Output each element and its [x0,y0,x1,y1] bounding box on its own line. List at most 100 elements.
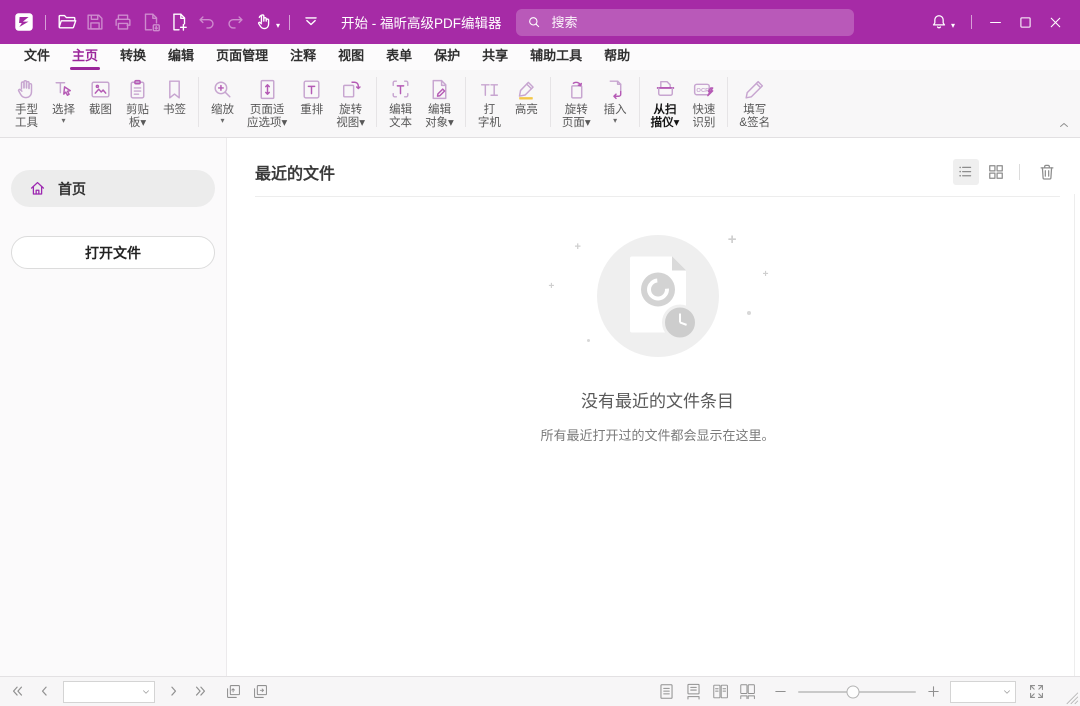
zoom-level-input[interactable] [951,686,1002,698]
minimize-button[interactable] [980,9,1010,35]
menu-tab-10[interactable]: 辅助工具 [519,45,593,70]
divider [550,77,551,127]
empty-state-subtitle: 所有最近打开过的文件都会显示在这里。 [540,425,774,444]
page-number-combobox[interactable] [63,681,155,703]
ribbon-item-label: 手型 [15,104,38,117]
rotate-view-button[interactable]: 旋转视图▾ [330,75,371,132]
undo-icon[interactable] [196,11,218,33]
next-page-button[interactable] [164,682,183,701]
menu-tab-11[interactable]: 帮助 [593,45,641,70]
last-page-button[interactable] [191,682,210,701]
page-number-input[interactable] [64,686,141,698]
ribbon-item-label: ▾ [61,117,65,125]
select-tool-icon [51,77,76,102]
snapshot-button[interactable]: 截图 [82,75,119,119]
redo-icon[interactable] [224,11,246,33]
facing-continuous-view-button[interactable] [738,682,757,701]
single-page-view-button[interactable] [657,682,676,701]
hand-tool-button[interactable]: 手型工具 [8,75,45,132]
fill-sign-button[interactable]: 填写&签名 [733,75,776,132]
menu-tab-7[interactable]: 表单 [375,45,423,70]
zoom-controls [653,681,1050,703]
zoom-out-button[interactable] [773,684,788,699]
status-bar [0,676,1080,706]
ribbon-toolbar: 手型工具选择▾截图剪贴板▾ 书签 缩放▾页面适应选项▾重排旋转视图▾ 编辑文本编辑对象… [0,70,1080,138]
print-icon[interactable] [112,11,134,33]
divider [727,77,728,127]
search-input[interactable] [550,14,844,31]
ribbon-item-label: 书签 [163,104,186,117]
previous-view-button[interactable] [224,682,243,701]
ribbon-item-label: 从扫 [654,104,677,117]
recent-files-panel: 最近的文件 + + + + [227,138,1080,676]
menu-tab-8[interactable]: 保护 [423,45,471,70]
ribbon-item-label: 页面适 [250,104,285,117]
customize-toolbar-icon[interactable] [300,11,322,33]
edit-text-button[interactable]: 编辑文本 [382,75,419,132]
global-search-box[interactable] [516,9,854,36]
menu-tab-3[interactable]: 编辑 [157,45,205,70]
menu-tab-2[interactable]: 转换 [109,45,157,70]
continuous-view-button[interactable] [684,682,703,701]
menu-tab-5[interactable]: 注释 [279,45,327,70]
scanner-button[interactable]: 从扫描仪▾ [645,75,686,132]
zoom-slider[interactable] [798,691,916,693]
edit-object-button[interactable]: 编辑对象▾ [419,75,460,132]
save-icon[interactable] [84,11,106,33]
chevron-down-icon: ▾ [951,21,955,30]
hand-tool-icon [14,77,39,102]
insert-pages-button[interactable]: 插入▾ [597,75,634,127]
clipboard-button[interactable]: 剪贴板▾ [119,75,156,132]
fit-page-button[interactable]: 页面适应选项▾ [241,75,293,132]
fullscreen-button[interactable] [1027,682,1046,701]
clipboard-icon [125,77,150,102]
sparkle-dot [747,311,751,315]
open-file-button[interactable]: 打开文件 [11,236,215,269]
ribbon-item-label: 识别 [692,117,715,130]
notifications-button[interactable]: ▾ [926,12,957,32]
zoom-button[interactable]: 缩放▾ [204,75,241,127]
menu-tab-1[interactable]: 主页 [61,45,109,70]
ribbon-item-label: 工具 [15,117,38,130]
close-button[interactable] [1040,9,1070,35]
zoom-level-combobox[interactable] [950,681,1016,703]
chevron-down-icon[interactable] [141,687,151,697]
highlight-button[interactable]: 高亮 [508,75,545,119]
foxit-pdf-editor-window: ▾ 开始 - 福昕高级PDF编辑器 ▾ 文件主页转换编辑页面管理注释视图表单保护… [0,0,1080,706]
typewriter-button[interactable]: 打字机 [471,75,508,132]
save-as-icon[interactable] [140,11,162,33]
first-page-button[interactable] [8,682,27,701]
resize-grip[interactable] [1063,689,1079,705]
grid-view-button[interactable] [983,159,1009,185]
ribbon-collapse-button[interactable] [1057,118,1071,132]
zoom-in-button[interactable] [926,684,941,699]
reflow-button[interactable]: 重排 [293,75,330,119]
previous-page-button[interactable] [35,682,54,701]
bookmark-button[interactable]: 书签 [156,75,193,119]
next-view-button[interactable] [251,682,270,701]
create-pdf-icon[interactable] [168,11,190,33]
ribbon-item-label: 旋转 [339,104,362,117]
sparkle-icon: + [549,281,555,292]
menu-tab-9[interactable]: 共享 [471,45,519,70]
maximize-button[interactable] [1010,9,1040,35]
zoom-slider-knob[interactable] [847,685,860,698]
ribbon-item-label: 描仪▾ [651,117,680,130]
ocr-button[interactable]: OCR快速识别 [685,75,722,132]
select-tool-button[interactable]: 选择▾ [45,75,82,127]
open-file-icon[interactable] [56,11,78,33]
clear-recent-button[interactable] [1034,159,1060,185]
touch-mode-icon[interactable] [252,11,274,33]
chevron-down-icon[interactable] [1002,687,1012,697]
menu-tab-4[interactable]: 页面管理 [205,45,279,70]
menu-tab-0[interactable]: 文件 [13,45,61,70]
chevron-down-icon[interactable]: ▾ [276,21,280,30]
list-view-button[interactable] [953,159,979,185]
menu-tab-6[interactable]: 视图 [327,45,375,70]
facing-view-button[interactable] [711,682,730,701]
typewriter-icon [477,77,502,102]
sidebar-item-home[interactable]: 首页 [11,170,215,207]
rotate-pages-button[interactable]: 旋转页面▾ [556,75,597,132]
foxit-logo-icon[interactable] [13,11,35,33]
empty-state: + + + + 没有最近的文件条目 所有最近打开过的文件都会显示在这里。 [255,223,1060,444]
